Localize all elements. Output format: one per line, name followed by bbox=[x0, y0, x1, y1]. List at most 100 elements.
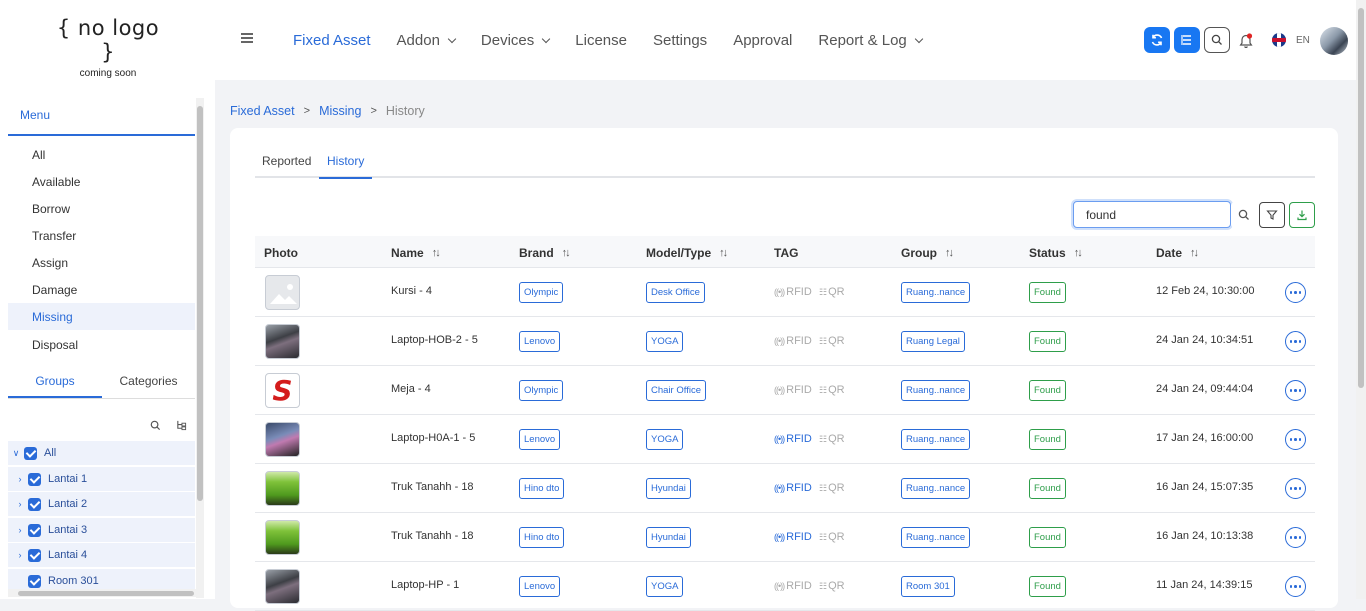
sidebar-horizontal-scrollbar[interactable] bbox=[8, 589, 196, 597]
sidebar-item-missing[interactable]: Missing bbox=[8, 303, 195, 330]
sync-button[interactable] bbox=[1144, 27, 1170, 53]
tree-checkbox[interactable] bbox=[24, 446, 37, 460]
top-bar: { no logo } coming soon Fixed Asset Addon… bbox=[0, 0, 1356, 80]
list-view-button[interactable] bbox=[1174, 27, 1200, 53]
model-badge: YOGA bbox=[646, 331, 684, 352]
table-row[interactable]: Truk Tanahh - 18 Hino dto Hyundai ((•)) RFID… bbox=[255, 513, 1315, 562]
tree-node[interactable]: › Lantai 3 bbox=[8, 518, 195, 542]
tree-checkbox[interactable] bbox=[28, 523, 41, 537]
page-scrollbar[interactable] bbox=[1356, 0, 1366, 599]
chevron-right-icon[interactable]: › bbox=[12, 499, 28, 509]
asset-name: Laptop-HOB-2 - 5 bbox=[391, 334, 478, 346]
column-header-status[interactable]: Status ↑↓ bbox=[1029, 246, 1083, 260]
more-options-button[interactable] bbox=[1285, 576, 1306, 597]
tab-groups[interactable]: Groups bbox=[8, 374, 102, 398]
chevron-right-icon[interactable]: › bbox=[12, 525, 28, 535]
column-header-date[interactable]: Date ↑↓ bbox=[1156, 246, 1199, 260]
asset-photo[interactable] bbox=[265, 471, 300, 506]
more-options-button[interactable] bbox=[1285, 527, 1306, 548]
sidebar-item-borrow[interactable]: Borrow bbox=[8, 195, 195, 222]
chevron-right-icon[interactable]: › bbox=[12, 550, 28, 560]
nav-item-addon[interactable]: Addon bbox=[397, 32, 457, 49]
tree-node-label: Room 301 bbox=[48, 575, 99, 587]
tree-structure-icon[interactable] bbox=[176, 420, 187, 434]
table-row[interactable]: S Meja - 4 Olympic Chair Office ((•)) RFID ☷ QR… bbox=[255, 366, 1315, 415]
nav-item-settings[interactable]: Settings bbox=[653, 32, 707, 49]
asset-photo[interactable] bbox=[265, 520, 300, 555]
tree-node[interactable]: › Lantai 4 bbox=[8, 543, 195, 567]
table-row[interactable]: Kursi - 4 Olympic Desk Office ((•)) RFID ☷ QR R… bbox=[255, 268, 1315, 317]
table-row[interactable]: Laptop-HOB-2 - 5 Lenovo YOGA ((•)) RFID ☷ QR Ru… bbox=[255, 317, 1315, 366]
tree-checkbox[interactable] bbox=[28, 497, 41, 511]
sidebar-menu-title: Menu bbox=[8, 98, 195, 136]
asset-photo[interactable] bbox=[265, 324, 300, 359]
tree-checkbox[interactable] bbox=[28, 574, 41, 588]
more-options-button[interactable] bbox=[1285, 282, 1306, 303]
chevron-right-icon[interactable]: › bbox=[12, 474, 28, 484]
sort-icon[interactable]: ↑↓ bbox=[1190, 247, 1199, 259]
tree-search-icon[interactable] bbox=[150, 420, 161, 434]
breadcrumb-missing[interactable]: Missing bbox=[319, 104, 361, 118]
sort-icon[interactable]: ↑↓ bbox=[945, 247, 954, 259]
asset-photo[interactable] bbox=[265, 422, 300, 457]
tree-node[interactable]: › Lantai 2 bbox=[8, 492, 195, 516]
asset-photo[interactable] bbox=[265, 275, 300, 310]
filter-button[interactable] bbox=[1259, 202, 1285, 228]
nav-item-license[interactable]: License bbox=[575, 32, 627, 49]
search-icon bbox=[1211, 34, 1222, 45]
qr-tag: ☷ QR bbox=[819, 335, 845, 347]
global-search-button[interactable] bbox=[1204, 27, 1230, 53]
sidebar-item-assign[interactable]: Assign bbox=[8, 249, 195, 276]
sidebar-item-available[interactable]: Available bbox=[8, 168, 195, 195]
brand-badge: Hino dto bbox=[519, 527, 565, 548]
sidebar-item-disposal[interactable]: Disposal bbox=[8, 331, 195, 358]
tab-reported[interactable]: Reported bbox=[262, 154, 311, 179]
download-button[interactable] bbox=[1289, 202, 1315, 228]
column-header-group[interactable]: Group ↑↓ bbox=[901, 246, 954, 260]
sidebar-item-all[interactable]: All bbox=[8, 141, 195, 168]
sort-icon[interactable]: ↑↓ bbox=[719, 247, 728, 259]
tree-node-label: Lantai 2 bbox=[48, 498, 88, 510]
hamburger-menu-icon[interactable] bbox=[241, 33, 253, 43]
breadcrumb-fixed-asset[interactable]: Fixed Asset bbox=[230, 104, 295, 118]
group-badge: Ruang Legal bbox=[901, 331, 965, 352]
table-row[interactable]: Laptop-H0A-1 - 5 Lenovo YOGA ((•)) RFID ☷ QR Ru… bbox=[255, 415, 1315, 464]
nav-item-report-log[interactable]: Report & Log bbox=[818, 32, 924, 49]
chevron-down-icon[interactable]: ∨ bbox=[8, 448, 24, 459]
app-logo[interactable]: { no logo } coming soon bbox=[48, 16, 168, 79]
more-options-button[interactable] bbox=[1285, 331, 1306, 352]
more-options-button[interactable] bbox=[1285, 429, 1306, 450]
column-header-name[interactable]: Name ↑↓ bbox=[391, 246, 441, 260]
uk-flag-icon[interactable] bbox=[1272, 33, 1286, 47]
table-row[interactable]: Laptop-HP - 1 Lenovo YOGA ((•)) RFID ☷ QR Room … bbox=[255, 562, 1315, 611]
search-submit-button[interactable] bbox=[1231, 202, 1257, 228]
sort-icon[interactable]: ↑↓ bbox=[432, 247, 441, 259]
nav-item-approval[interactable]: Approval bbox=[733, 32, 792, 49]
language-label[interactable]: EN bbox=[1296, 35, 1310, 46]
nav-item-fixed-asset[interactable]: Fixed Asset bbox=[293, 32, 371, 49]
sidebar-item-damage[interactable]: Damage bbox=[8, 276, 195, 303]
sidebar-item-transfer[interactable]: Transfer bbox=[8, 222, 195, 249]
tab-history[interactable]: History bbox=[319, 154, 373, 179]
column-header-brand[interactable]: Brand ↑↓ bbox=[519, 246, 571, 260]
sidebar-scrollbar[interactable] bbox=[196, 98, 204, 598]
column-header-model-type[interactable]: Model/Type ↑↓ bbox=[646, 246, 728, 260]
user-avatar[interactable] bbox=[1320, 27, 1348, 55]
tab-categories[interactable]: Categories bbox=[102, 374, 195, 398]
notification-bell-icon[interactable] bbox=[1239, 33, 1253, 49]
nav-item-devices[interactable]: Devices bbox=[481, 32, 551, 49]
search-input[interactable] bbox=[1073, 201, 1231, 228]
sort-icon[interactable]: ↑↓ bbox=[1074, 247, 1083, 259]
more-options-button[interactable] bbox=[1285, 380, 1306, 401]
table-row[interactable]: Truk Tanahh - 18 Hino dto Hyundai ((•)) RFID… bbox=[255, 464, 1315, 513]
sort-icon[interactable]: ↑↓ bbox=[562, 247, 571, 259]
tree-node[interactable]: ∨ All bbox=[8, 441, 195, 465]
more-options-button[interactable] bbox=[1285, 478, 1306, 499]
tree-checkbox[interactable] bbox=[28, 472, 41, 486]
asset-photo[interactable]: S bbox=[265, 373, 300, 408]
tree-checkbox[interactable] bbox=[28, 548, 41, 562]
brand-badge: Olympic bbox=[519, 282, 564, 303]
rfid-label: RFID bbox=[786, 335, 812, 347]
rfid-icon: ((•)) bbox=[774, 581, 785, 591]
tree-node[interactable]: › Lantai 1 bbox=[8, 467, 195, 491]
